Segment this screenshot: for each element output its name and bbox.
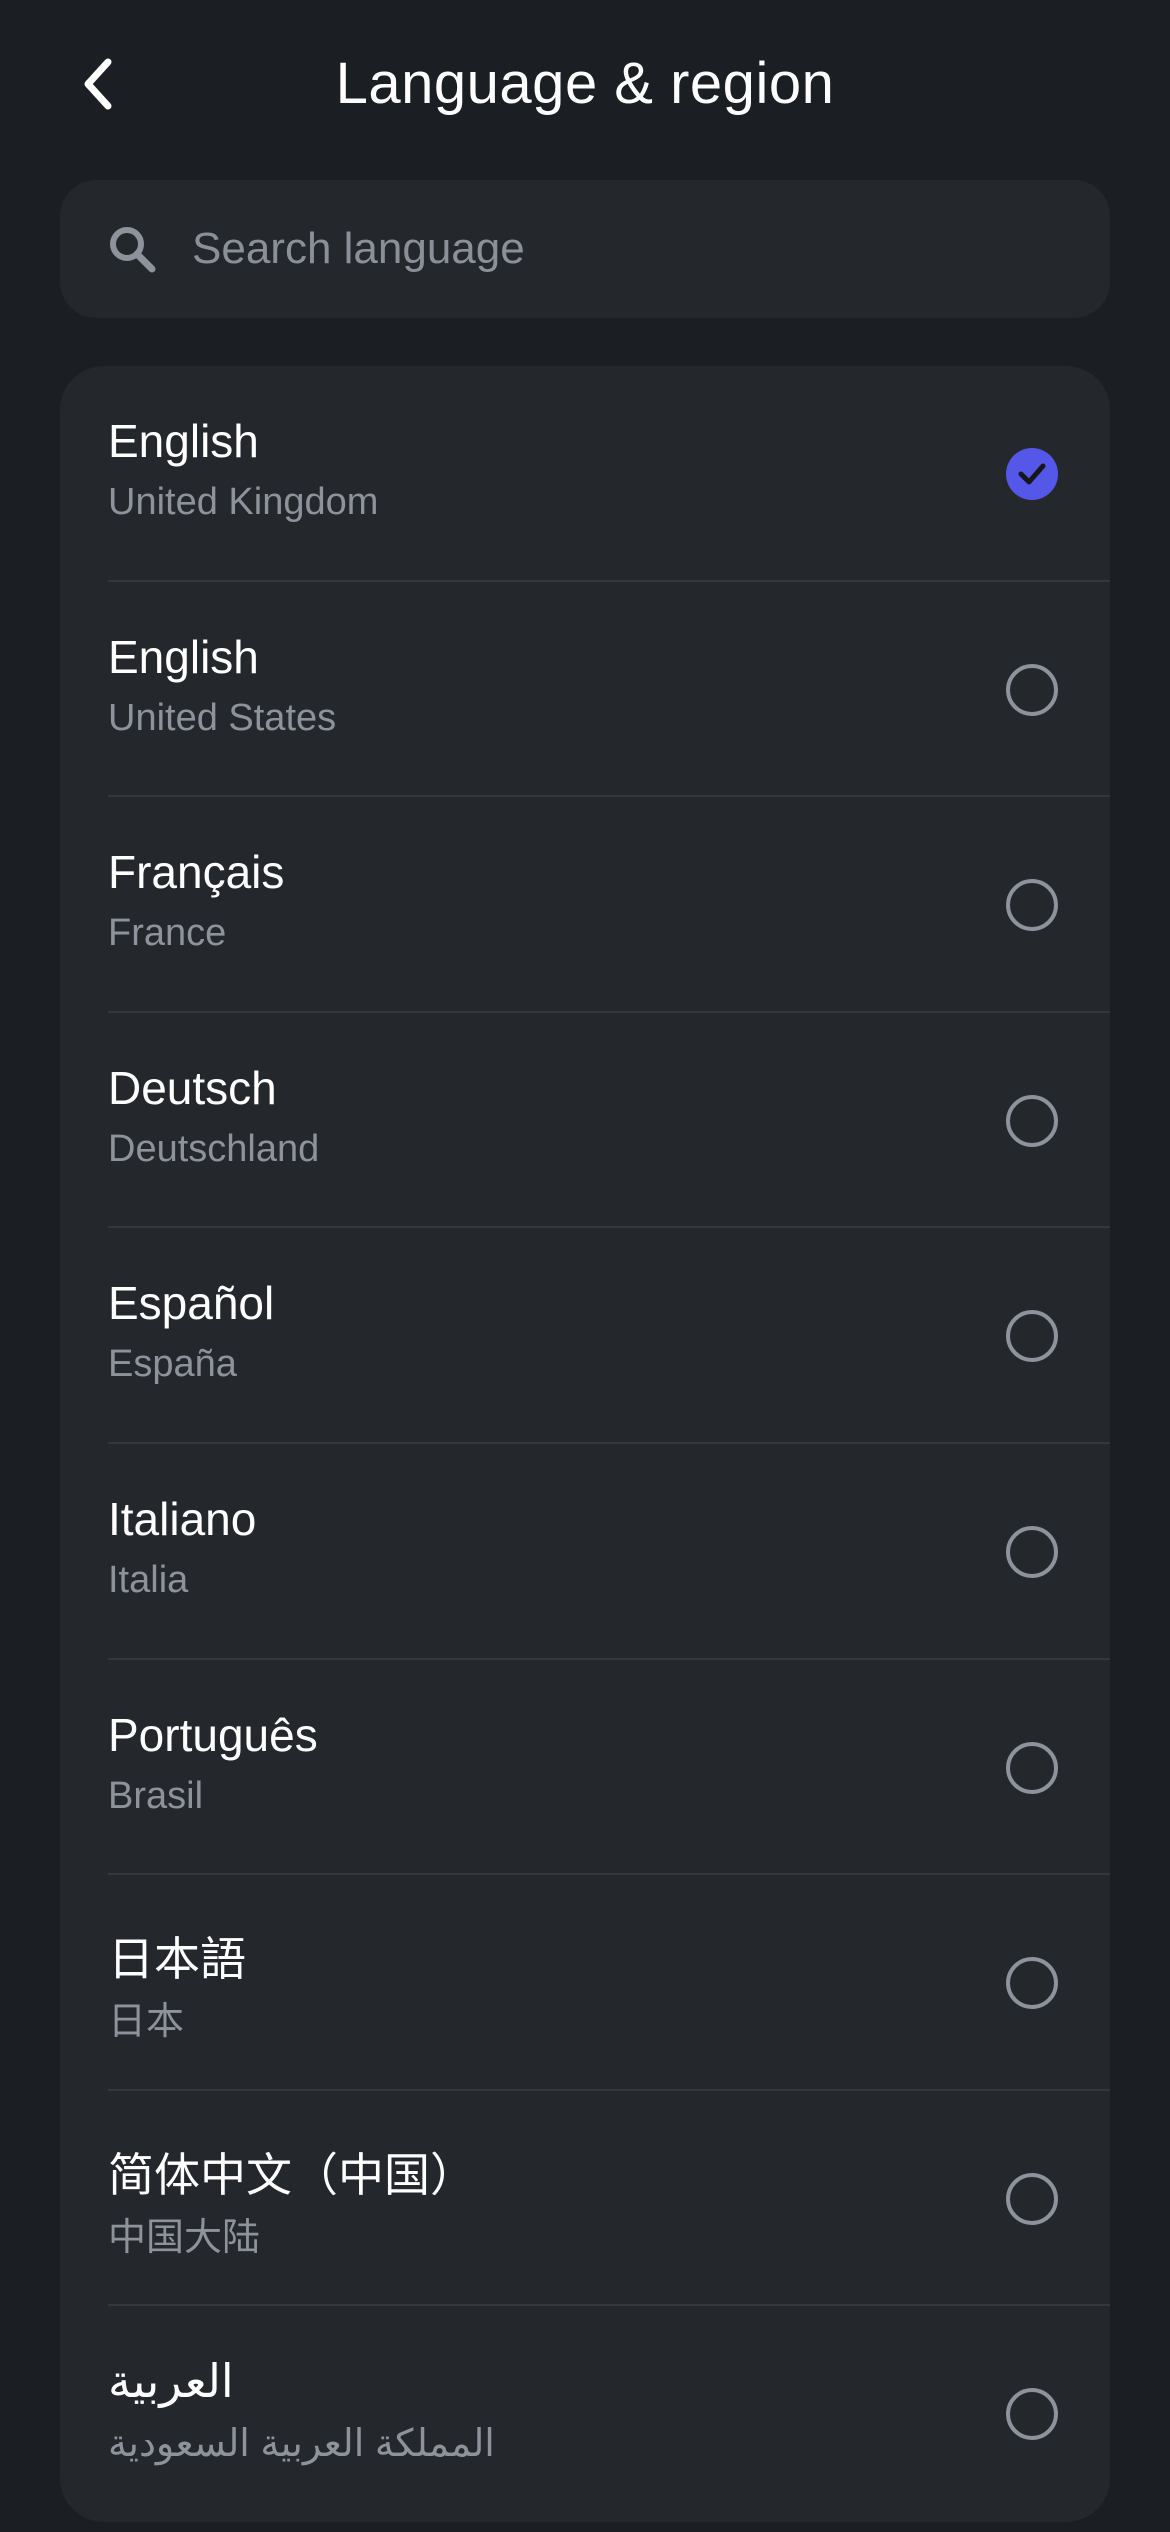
region-name: United Kingdom [108, 481, 379, 523]
radio-unselected-icon[interactable] [1006, 1094, 1058, 1147]
language-name: Français [108, 846, 285, 899]
language-list: English United Kingdom English United St… [60, 366, 1110, 2522]
checkmark-icon [1018, 463, 1046, 485]
search-icon [110, 227, 156, 273]
language-name: 日本語 [108, 1933, 246, 1986]
language-name: English [108, 415, 259, 467]
language-name: Español [108, 1277, 275, 1330]
language-option[interactable]: 日本語 日本 [60, 1875, 1110, 2091]
language-name: Italiano [108, 1492, 257, 1545]
radio-unselected-icon[interactable] [1006, 2388, 1058, 2441]
language-option[interactable]: English United States [60, 582, 1110, 798]
language-option[interactable]: 简体中文（中国） 中国大陆 [60, 2091, 1110, 2307]
top-bar: Language & region [0, 0, 1170, 170]
language-name: Deutsch [108, 1061, 277, 1114]
language-option[interactable]: English United Kingdom [60, 366, 1110, 582]
language-option[interactable]: Deutsch Deutschland [60, 1013, 1110, 1229]
search-input[interactable] [192, 180, 1110, 318]
region-name: Italia [108, 1558, 189, 1601]
language-option[interactable]: Français France [60, 797, 1110, 1013]
radio-unselected-icon[interactable] [1006, 1741, 1058, 1794]
region-name: 日本 [108, 2001, 185, 2044]
selected-check-icon[interactable] [1006, 448, 1058, 500]
language-name: العربية [108, 2355, 234, 2408]
radio-unselected-icon[interactable] [1006, 2172, 1058, 2225]
region-name: España [108, 1343, 237, 1386]
search-bar[interactable] [60, 180, 1110, 318]
radio-unselected-icon[interactable] [1006, 1310, 1058, 1363]
region-name: 中国大陆 [108, 2216, 261, 2259]
page-title: Language & region [335, 51, 835, 116]
language-option[interactable]: Italiano Italia [60, 1444, 1110, 1660]
radio-unselected-icon[interactable] [1006, 1957, 1058, 2010]
radio-unselected-icon[interactable] [1006, 1525, 1058, 1578]
region-name: Deutschland [108, 1127, 320, 1170]
radio-unselected-icon[interactable] [1006, 879, 1058, 932]
language-option[interactable]: Español España [60, 1228, 1110, 1444]
language-name: English [108, 630, 259, 683]
language-option[interactable]: العربية المملكة العربية السعودية [60, 2306, 1110, 2522]
region-name: Brasil [108, 1774, 204, 1817]
region-name: France [108, 912, 227, 955]
region-name: المملكة العربية السعودية [108, 2423, 495, 2466]
radio-unselected-icon[interactable] [1006, 663, 1058, 716]
region-name: United States [108, 696, 337, 739]
language-name: 简体中文（中国） [108, 2148, 476, 2201]
language-name: Português [108, 1708, 318, 1761]
language-option[interactable]: Português Brasil [60, 1660, 1110, 1876]
